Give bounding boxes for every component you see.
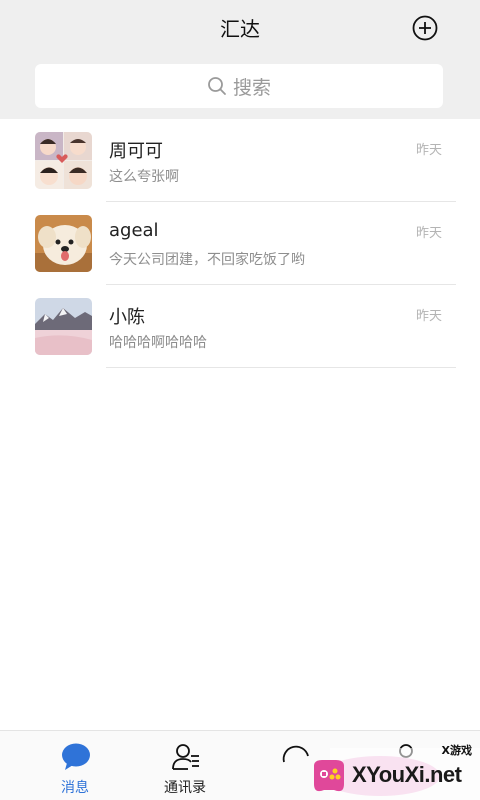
contacts-icon [172, 744, 199, 770]
message-time: 昨天 [415, 226, 442, 241]
message-time: 昨天 [415, 143, 442, 158]
message-preview: 这么夸张啊 [109, 169, 179, 185]
search-icon [208, 77, 226, 95]
conversation-body: 小陈 哈哈哈啊哈哈哈 昨天 [106, 285, 456, 368]
conversation-item[interactable]: 周可可 这么夸张啊 昨天 [0, 119, 480, 202]
message-preview: 哈哈哈啊哈哈哈 [109, 335, 207, 351]
conversation-body: 周可可 这么夸张啊 昨天 [106, 119, 456, 202]
tab-label: 消息 [61, 780, 89, 796]
watermark-brand: XYouXi.net [352, 762, 462, 787]
conversation-item[interactable]: ageal 今天公司团建，不回家吃饭了哟 昨天 [0, 202, 480, 285]
page-title: 汇达 [220, 17, 260, 41]
avatar [35, 298, 92, 355]
message-preview: 今天公司团建，不回家吃饭了哟 [109, 252, 305, 268]
conversation-list: 周可可 这么夸张啊 昨天 ageal 今天公司团建，不回家吃饭了哟 昨天 小陈 … [0, 119, 480, 368]
message-time: 昨天 [415, 309, 442, 324]
watermark-tagline: X游戏 [441, 744, 472, 757]
conversation-body: ageal 今天公司团建，不回家吃饭了哟 昨天 [106, 202, 456, 285]
avatar [35, 132, 92, 189]
site-watermark: X游戏 XYouXi.net [300, 742, 480, 800]
top-bar: 汇达 搜索 [0, 0, 480, 119]
tab-label: 通讯录 [164, 780, 206, 796]
tab-contacts[interactable]: 通讯录 [135, 731, 235, 800]
plus-circle-icon[interactable] [412, 15, 438, 41]
chat-bubble-icon [62, 743, 90, 770]
avatar [35, 215, 92, 272]
contact-name: 小陈 [109, 307, 145, 328]
search-bar[interactable]: 搜索 [35, 64, 443, 108]
contact-name: 周可可 [109, 141, 163, 162]
search-placeholder: 搜索 [232, 76, 271, 99]
conversation-item[interactable]: 小陈 哈哈哈啊哈哈哈 昨天 [0, 285, 480, 368]
contact-name: ageal [109, 220, 159, 241]
tab-messages[interactable]: 消息 [25, 731, 125, 800]
